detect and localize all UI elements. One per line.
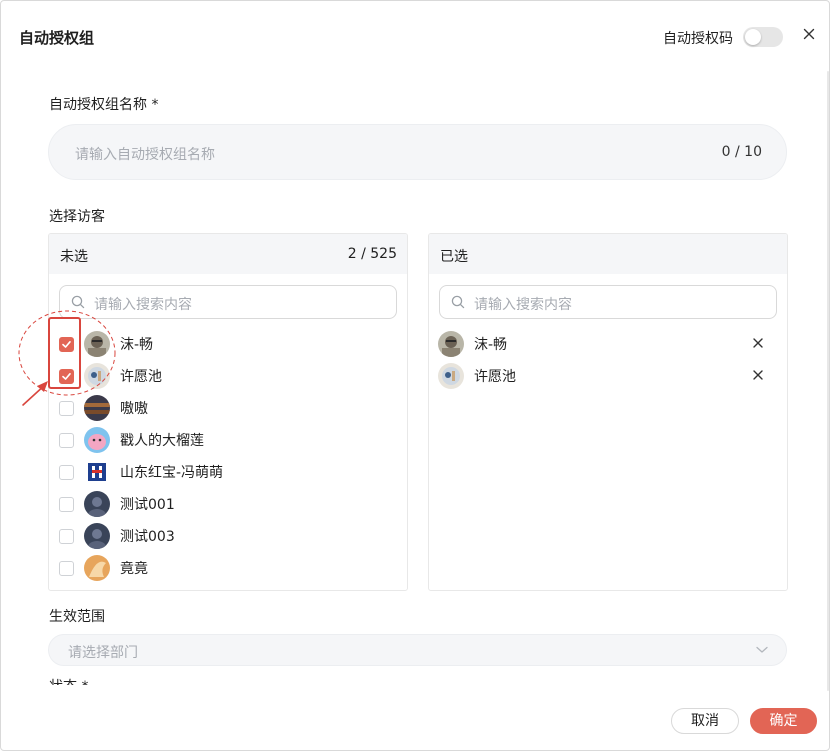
- annotation-dashed-circle: [18, 310, 116, 396]
- cancel-button[interactable]: 取消: [671, 708, 739, 734]
- department-placeholder: 请选择部门: [68, 645, 138, 661]
- dialog: 自动授权组 自动授权码 自动授权组名称 * 请输入自动授权组名称 0 / 10 …: [0, 0, 830, 751]
- status-label: 状态 *: [49, 676, 88, 685]
- status-label-clip: 状态 *: [49, 671, 249, 685]
- confirm-button[interactable]: 确定: [750, 708, 817, 734]
- department-select[interactable]: 请选择部门: [48, 634, 787, 666]
- chevron-down-icon: [756, 646, 768, 653]
- scope-label: 生效范围: [49, 609, 105, 625]
